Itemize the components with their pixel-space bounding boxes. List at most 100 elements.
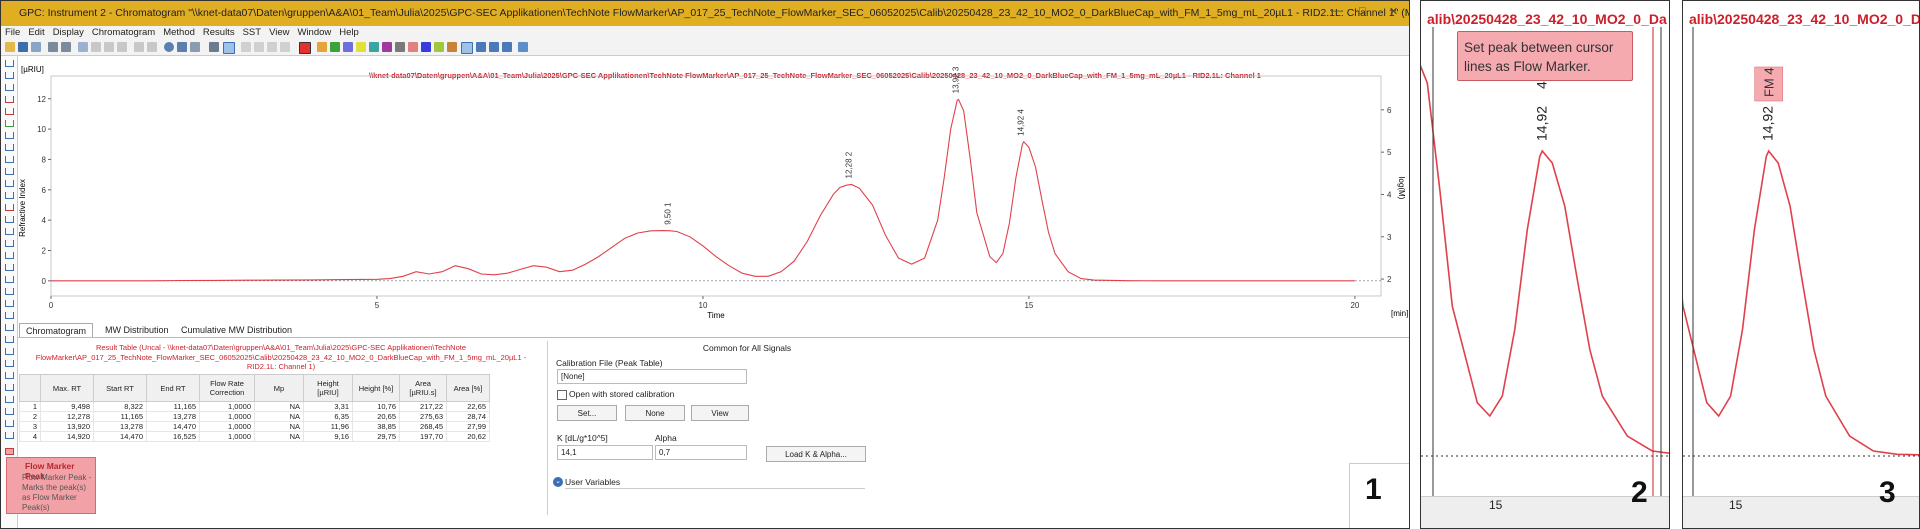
k-input[interactable]: 14,1 bbox=[557, 445, 653, 460]
table-row[interactable]: 1 9,498 8,322 11,165 1,0000 NA 3,31 10,76 217,22… bbox=[19, 401, 490, 412]
peak-tool-icon[interactable] bbox=[5, 432, 14, 439]
tab-chromatogram[interactable]: Chromatogram bbox=[19, 323, 94, 338]
color-purple-icon[interactable] bbox=[382, 42, 392, 52]
peak-tool-icon[interactable] bbox=[5, 372, 14, 379]
color-gray-icon[interactable] bbox=[395, 42, 405, 52]
menu-display[interactable]: Display bbox=[49, 26, 88, 40]
peak-trace bbox=[1683, 149, 1919, 456]
result-table-title: Result Table (Uncal - \\knet-data07\Date… bbox=[35, 343, 527, 371]
zoom-out-icon[interactable] bbox=[177, 42, 187, 52]
open-stored-calibration-label: Open with stored calibration bbox=[569, 389, 675, 399]
open-icon[interactable] bbox=[5, 42, 15, 52]
menu-method[interactable]: Method bbox=[159, 26, 199, 40]
undo-icon[interactable] bbox=[134, 42, 144, 52]
y2-tick-label: 5 bbox=[1387, 148, 1392, 157]
table-cell: 22,65 bbox=[446, 401, 490, 412]
open-stored-calibration-checkbox[interactable] bbox=[557, 390, 567, 400]
flow-marker-peak-icon[interactable] bbox=[5, 448, 14, 455]
nav-prev-icon[interactable] bbox=[254, 42, 264, 52]
calibration-file-field[interactable]: [None] bbox=[557, 369, 747, 384]
peak-tool-icon[interactable] bbox=[5, 408, 14, 415]
tab-mw-distribution[interactable]: MW Distribution bbox=[99, 323, 175, 337]
peak-tool-icon[interactable] bbox=[5, 348, 14, 355]
table-icon[interactable] bbox=[518, 42, 528, 52]
color-lime-icon[interactable] bbox=[434, 42, 444, 52]
menu-window[interactable]: Window bbox=[293, 26, 335, 40]
paste-icon[interactable] bbox=[117, 42, 127, 52]
view-button[interactable]: View bbox=[691, 405, 749, 421]
set-button[interactable]: Set... bbox=[557, 405, 617, 421]
menu-results[interactable]: Results bbox=[199, 26, 239, 40]
color-pink-icon[interactable] bbox=[408, 42, 418, 52]
color-yellow-icon[interactable] bbox=[356, 42, 366, 52]
user-variables-header[interactable]: User Variables bbox=[565, 477, 620, 487]
peak-tool-icon[interactable] bbox=[5, 420, 14, 427]
tab-cumulative-mw-distribution[interactable]: Cumulative MW Distribution bbox=[175, 323, 298, 337]
copy-icon[interactable] bbox=[104, 42, 114, 52]
step-number: 1 bbox=[1365, 473, 1382, 506]
fit-icon[interactable] bbox=[190, 42, 200, 52]
maximize-icon[interactable]: □ bbox=[1359, 5, 1366, 17]
wrench-icon[interactable] bbox=[209, 42, 219, 52]
minimize-icon[interactable]: — bbox=[1331, 5, 1342, 17]
color-teal-icon[interactable] bbox=[369, 42, 379, 52]
peak-tool-icon[interactable] bbox=[5, 360, 14, 367]
print-preview-icon[interactable] bbox=[61, 42, 71, 52]
move-icon[interactable] bbox=[476, 42, 486, 52]
table-cell: 1,0000 bbox=[199, 431, 255, 442]
peak-tool-icon[interactable] bbox=[5, 324, 14, 331]
menu-file[interactable]: File bbox=[1, 26, 24, 40]
menu-edit[interactable]: Edit bbox=[24, 26, 48, 40]
cut-icon[interactable] bbox=[91, 42, 101, 52]
nav-first-icon[interactable] bbox=[241, 42, 251, 52]
color-orange-icon[interactable] bbox=[317, 42, 327, 52]
save-all-icon[interactable] bbox=[31, 42, 41, 52]
load-k-alpha-button[interactable]: Load K & Alpha... bbox=[766, 446, 866, 462]
y2-tick-label: 2 bbox=[1387, 275, 1392, 284]
color-brown-icon[interactable] bbox=[447, 42, 457, 52]
y-axis-label: Refractive Index bbox=[18, 179, 27, 237]
resize-icon[interactable] bbox=[489, 42, 499, 52]
expand-icon[interactable] bbox=[502, 42, 512, 52]
print-icon[interactable] bbox=[48, 42, 58, 52]
none-button[interactable]: None bbox=[625, 405, 685, 421]
table-cell: 14,470 bbox=[146, 421, 200, 432]
close-icon[interactable]: ✕ bbox=[1389, 5, 1398, 18]
alpha-input[interactable]: 0,7 bbox=[655, 445, 747, 460]
x-tick-label: 15 bbox=[1024, 301, 1033, 310]
menu-view[interactable]: View bbox=[265, 26, 293, 40]
save-icon[interactable] bbox=[18, 42, 28, 52]
chromatogram-mode-icon[interactable] bbox=[223, 42, 235, 54]
callout-text: Set peak between cursor lines as Flow Ma… bbox=[1464, 40, 1614, 74]
peak-tool-icon[interactable] bbox=[5, 384, 14, 391]
peak-tool-icon[interactable] bbox=[5, 396, 14, 403]
integration-icon[interactable] bbox=[461, 42, 473, 54]
table-cell: 1,0000 bbox=[199, 411, 255, 422]
chromatogram-chart[interactable]: 0 2 4 6 8 10 12 0 5 10 15 20 2 3 4 5 6 Time [min] Refractiv… bbox=[1, 58, 1410, 318]
nav-next-icon[interactable] bbox=[267, 42, 277, 52]
color-blue-icon[interactable] bbox=[343, 42, 353, 52]
zoom-icon[interactable] bbox=[164, 42, 174, 52]
table-cell: 11,165 bbox=[93, 411, 147, 422]
menu-help[interactable]: Help bbox=[335, 26, 363, 40]
menu-chromatogram[interactable]: Chromatogram bbox=[88, 26, 159, 40]
chevron-down-icon[interactable]: ⌄ bbox=[553, 477, 563, 487]
redo-icon[interactable] bbox=[147, 42, 157, 52]
table-row[interactable]: 3 13,920 13,278 14,470 1,0000 NA 11,96 38,85 268… bbox=[19, 421, 490, 432]
title-bar: GPC: Instrument 2 - Chromatogram "\\knet… bbox=[1, 1, 1409, 26]
menu-sst[interactable]: SST bbox=[239, 26, 265, 40]
x-tick-label: 5 bbox=[375, 301, 380, 310]
table-cell: 6,35 bbox=[303, 411, 353, 422]
nav-last-icon[interactable] bbox=[280, 42, 290, 52]
color-green-icon[interactable] bbox=[330, 42, 340, 52]
table-cell: 268,45 bbox=[399, 421, 447, 432]
tooltip-body: Flow Marker Peak - Marks the peak(s) as … bbox=[22, 473, 92, 512]
table-row[interactable]: 4 14,920 14,470 16,525 1,0000 NA 9,16 29,75 197,… bbox=[19, 431, 490, 442]
table-cell: 13,920 bbox=[40, 421, 94, 432]
stop-icon[interactable] bbox=[299, 42, 311, 54]
zoom-chart[interactable]: 14,92 FM 4 bbox=[1683, 1, 1920, 529]
color-navy-icon[interactable] bbox=[421, 42, 431, 52]
peak-tool-icon[interactable] bbox=[5, 336, 14, 343]
report-icon[interactable] bbox=[78, 42, 88, 52]
table-row[interactable]: 2 12,278 11,165 13,278 1,0000 NA 6,35 20,65 275,… bbox=[19, 411, 490, 422]
